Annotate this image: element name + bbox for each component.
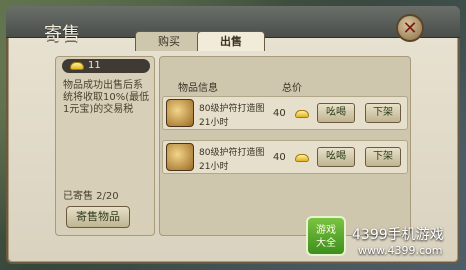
gold-amount: 11 (88, 60, 101, 71)
tab-buy[interactable]: 购买 (135, 31, 203, 51)
brand-text: 4399手机游戏 (352, 227, 444, 243)
close-button[interactable]: ✕ (396, 14, 424, 42)
close-icon: ✕ (402, 17, 418, 39)
game-daquan-logo: 游戏 大全 (306, 216, 346, 256)
window-title: 寄售 (44, 24, 80, 45)
item-time-left: 21小时 (199, 118, 229, 128)
yell-button[interactable]: 吆喝 (317, 147, 355, 167)
tax-notice: 物品成功出售后系统将收取10%(最低1元宝)的交易税 (63, 80, 150, 115)
consign-item-button[interactable]: 寄售物品 (66, 206, 130, 228)
consigned-count: 已寄售 2/20 (63, 191, 119, 202)
charm-blueprint-icon[interactable] (166, 99, 194, 127)
item-time-left: 21小时 (199, 162, 229, 172)
gold-balance: 11 (62, 59, 150, 73)
logo-line-2: 大全 (316, 238, 336, 249)
delist-button[interactable]: 下架 (365, 147, 401, 167)
table-row: 80级护符打造图 21小时 40 吆喝 下架 (162, 96, 408, 130)
brand-url: www.4399.com (358, 244, 443, 257)
delist-button[interactable]: 下架 (365, 103, 401, 123)
table-header: 物品信息 总价 (162, 77, 408, 94)
header-item-info: 物品信息 (178, 83, 218, 94)
item-price: 40 (273, 152, 286, 163)
ingot-icon (295, 154, 309, 162)
charm-blueprint-icon[interactable] (166, 143, 194, 171)
ingot-icon (70, 62, 84, 70)
item-price: 40 (273, 108, 286, 119)
ingot-icon (295, 110, 309, 118)
item-name: 80级护符打造图 (199, 104, 265, 114)
site-watermark: 游戏 大全 4399手机游戏 www.4399.com (306, 214, 456, 264)
yell-button[interactable]: 吆喝 (317, 103, 355, 123)
table-row: 80级护符打造图 21小时 40 吆喝 下架 (162, 140, 408, 174)
item-name: 80级护符打造图 (199, 148, 265, 158)
header-total-price: 总价 (282, 83, 302, 94)
tab-sell[interactable]: 出售 (197, 31, 265, 51)
logo-line-1: 游戏 (316, 225, 336, 236)
